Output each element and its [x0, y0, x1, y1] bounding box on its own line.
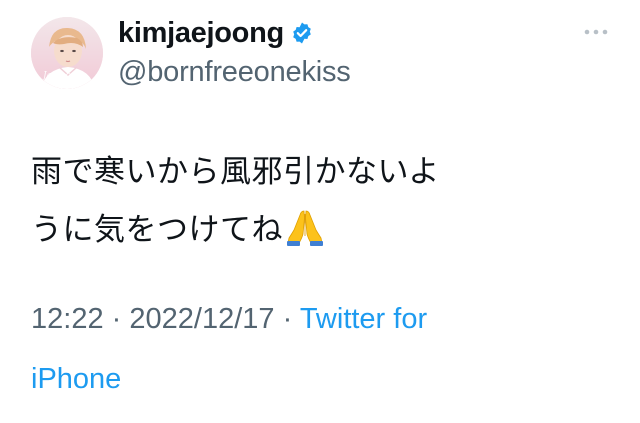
tweet-date[interactable]: 2022/12/17: [129, 303, 274, 335]
display-name-row[interactable]: kimjaejoong: [118, 15, 314, 51]
meta-separator: ·: [111, 303, 122, 335]
tweet-source-link[interactable]: iPhone: [31, 363, 121, 395]
folded-hands-icon: [287, 210, 323, 246]
avatar[interactable]: Jaejoong: [31, 17, 103, 89]
more-options-icon[interactable]: [583, 27, 609, 37]
tweet-meta-continued: iPhone: [31, 363, 121, 396]
tweet-text: 雨で寒いから風邪引かないよ うに気をつけてね: [31, 143, 601, 259]
tweet-source-link[interactable]: Twitter for: [300, 303, 427, 335]
user-handle[interactable]: @bornfreeonekiss: [118, 56, 351, 89]
tweet-meta: 12:22 · 2022/12/17 · Twitter for: [31, 303, 427, 336]
tweet-text-line: 雨で寒いから風邪引かないよ: [31, 154, 440, 190]
tweet-text-segment: うに気をつけてね: [31, 212, 283, 248]
verified-badge-icon: [293, 22, 311, 44]
tweet-text-line: うに気をつけてね: [31, 201, 601, 259]
tweet-time[interactable]: 12:22: [31, 303, 104, 335]
display-name[interactable]: kimjaejoong: [118, 17, 284, 50]
tweet-card: Jaejoong kimjaejoong @bornfreeonekiss 雨で…: [0, 0, 640, 423]
avatar-signature: Jaejoong: [43, 71, 83, 81]
meta-separator: ·: [282, 303, 293, 335]
